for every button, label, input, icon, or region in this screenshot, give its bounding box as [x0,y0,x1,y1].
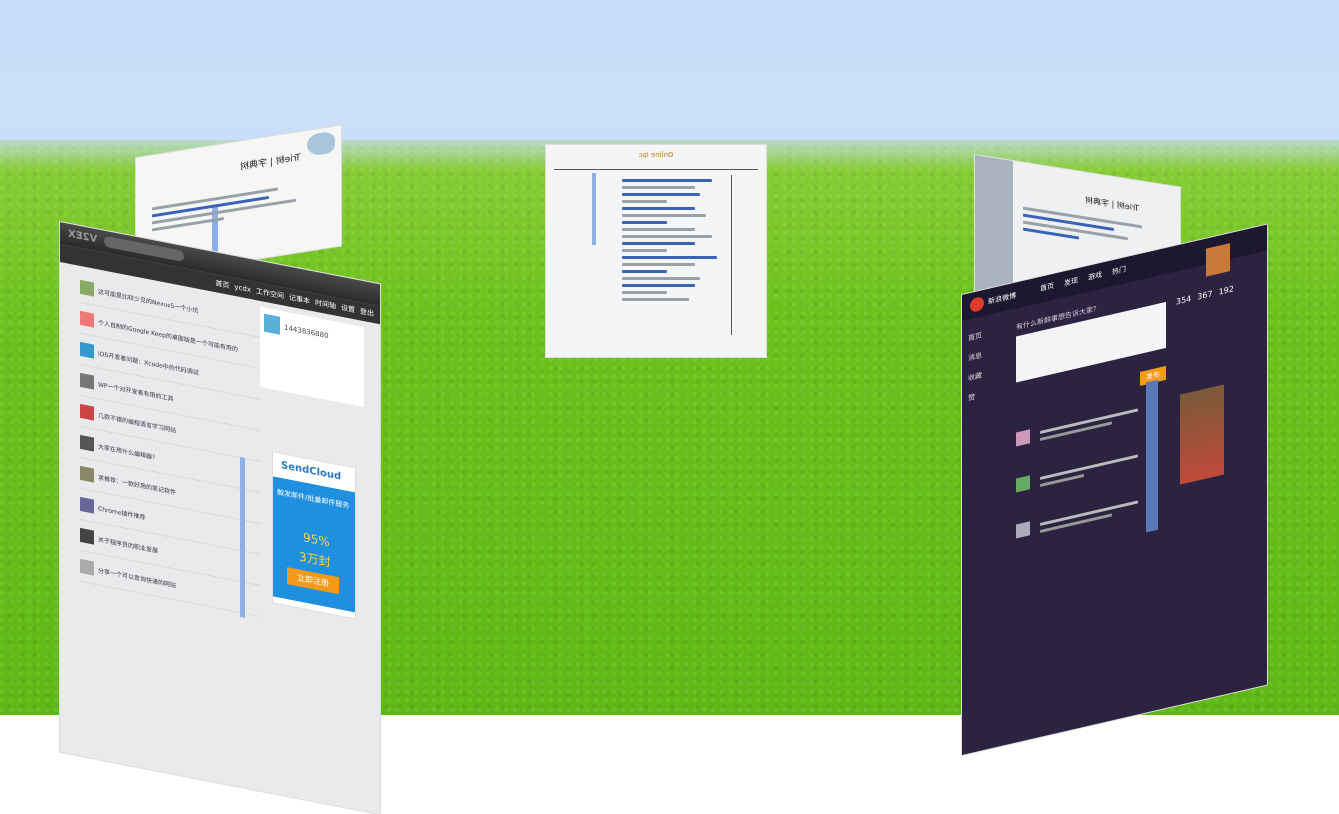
nav-item-user[interactable]: ycdx [234,283,251,294]
sidebar-item-favorites[interactable]: 收藏 [968,365,1006,384]
center-content [616,175,728,305]
nav-item-home[interactable]: 首页 [1040,281,1054,294]
nav-item-games[interactable]: 游戏 [1088,270,1102,283]
sidebar-item-home[interactable]: 首页 [968,325,1006,344]
avatar [80,341,94,359]
right-front-window[interactable]: 新浪微博 首页 发现 游戏 热门 首页 消息 收藏 赞 有什么新鲜事想告诉大家？… [962,224,1267,755]
nav-item-settings[interactable]: 设置 [341,303,355,316]
avatar [80,434,94,452]
avatar [1206,243,1230,277]
nav-item-workspace[interactable]: 工作空间 [256,286,284,301]
nav-item-home[interactable]: 首页 [215,278,229,291]
avatar [1016,429,1030,447]
user-id: 1443836880 [284,323,329,341]
sidebar-item-messages[interactable]: 消息 [968,345,1006,364]
avatar [80,496,94,514]
ad-image [1180,384,1224,485]
scroll-indicator [592,173,596,245]
nav-item-notes[interactable]: 记事本 [289,293,310,307]
feed [1016,403,1144,543]
dolphin-logo-icon [307,130,335,157]
nav-item-hot[interactable]: 热门 [1112,264,1126,277]
avatar [1016,475,1030,493]
brand[interactable]: 新浪微博 [988,291,1016,307]
list-item[interactable] [1016,495,1144,543]
nav-item-timeline[interactable]: 时间轴 [315,298,336,312]
list-item[interactable] [1016,403,1144,451]
avatar [80,465,94,483]
right-back-title: Trie树 | 字典树 [1085,195,1139,213]
list-item[interactable] [1016,449,1144,497]
avatar [1016,521,1030,539]
promo-banner[interactable]: SendCloud 触发邮件/批量邮件服务 95% 3万封 立即注册 [272,451,356,620]
left-front-window[interactable]: V2EX 首页 ycdx 工作空间 记事本 时间轴 设置 登出 这可能是比较少见… [60,222,380,814]
scroll-indicator[interactable] [1146,379,1158,533]
profile-stats: 354 367 192 [1176,284,1234,307]
register-button[interactable]: 立即注册 [287,567,339,595]
promo-discount: 95% [303,530,330,550]
nav-item-logout[interactable]: 登出 [360,306,374,319]
promo-line1: 触发邮件/批量邮件服务 [277,488,350,511]
promo-amount: 3万封 [299,549,331,570]
sidebar-item-likes[interactable]: 赞 [968,385,1006,404]
avatar [80,403,94,421]
avatar [80,527,94,545]
weibo-logo-icon [970,295,984,314]
avatar [80,558,94,576]
avatar [80,279,94,297]
scroll-indicator[interactable] [240,456,245,618]
center-window[interactable]: Online lpc [546,145,766,357]
nav-item-discover[interactable]: 发现 [1064,275,1078,288]
site-logo[interactable]: V2EX [68,229,97,246]
user-card: 1443836880 [260,306,364,408]
topic-list: 这可能是比较少见的Nexus5一个小坑 个人自制的Google Keep的桌面版… [80,271,260,617]
avatar [264,313,280,335]
sidebar: 首页 消息 收藏 赞 [968,325,1006,414]
avatar [80,310,94,328]
center-window-title: Online lpc [638,151,674,159]
left-back-title: Trie树 | 字典树 [240,152,301,173]
avatar [80,372,94,390]
